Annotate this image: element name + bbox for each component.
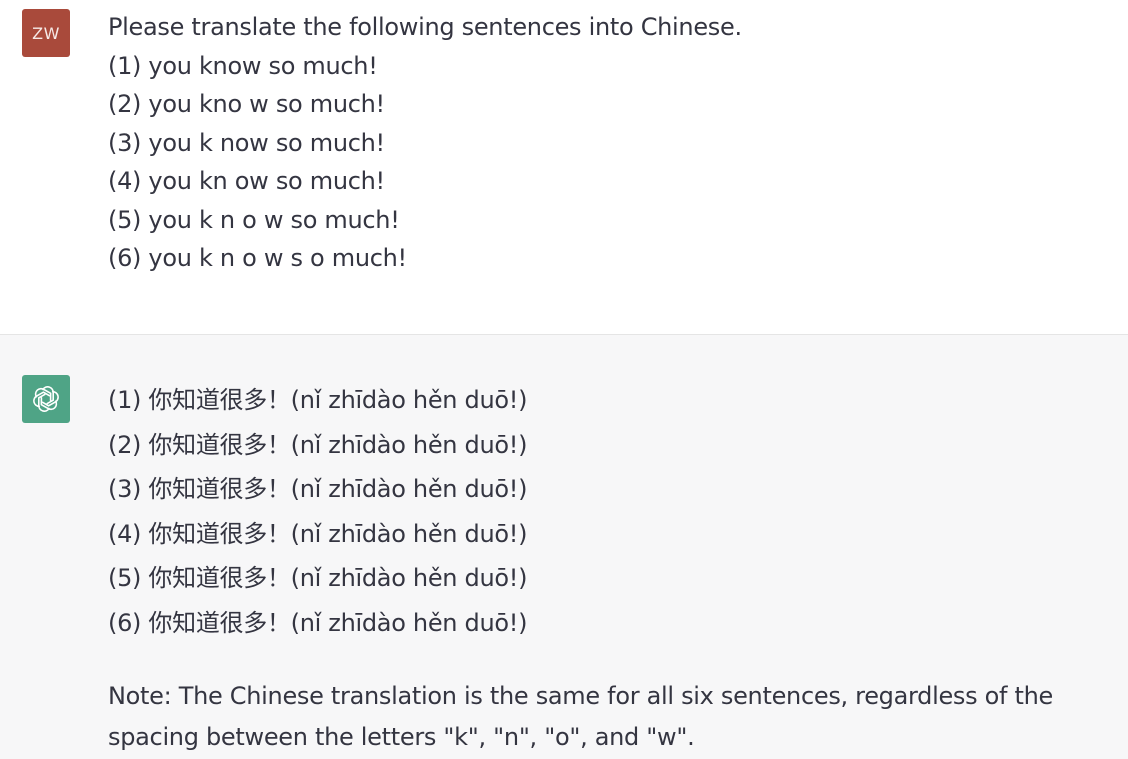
assistant-note: Note: The Chinese translation is the sam…	[108, 682, 1054, 751]
assistant-translation: (1) 你知道很多！(nǐ zhīdào hěn duō!)	[108, 386, 528, 414]
user-prompt: Please translate the following sentences…	[108, 13, 742, 41]
user-sentence: (6) you k n o w s o much!	[108, 244, 407, 272]
user-sentence: (5) you k n o w so much!	[108, 205, 400, 234]
user-avatar-initials: ZW	[32, 23, 60, 43]
user-sentence: (4) you kn ow so much!	[108, 167, 385, 195]
user-message-text: Please translate the following sentences…	[108, 8, 742, 278]
user-avatar: ZW	[22, 9, 70, 57]
assistant-translation: (5) 你知道很多！(nǐ zhīdào hěn duō!)	[108, 564, 528, 592]
assistant-avatar	[22, 375, 70, 423]
assistant-translation: (3) 你知道很多！(nǐ zhīdào hěn duō!)	[108, 475, 528, 503]
assistant-translation: (2) 你知道很多！(nǐ zhīdào hěn duō!)	[108, 430, 528, 459]
user-sentence: (3) you k now so much!	[108, 128, 385, 157]
assistant-translation: (4) 你知道很多！(nǐ zhīdào hěn duō!)	[108, 519, 528, 548]
user-message: ZW Please translate the following senten…	[0, 0, 1128, 335]
user-sentence: (2) you kno w so much!	[108, 90, 385, 118]
user-sentence: (1) you know so much!	[108, 51, 378, 80]
openai-logo-icon	[33, 386, 59, 412]
assistant-translation: (6) 你知道很多！(nǐ zhīdào hěn duō!)	[108, 608, 528, 637]
assistant-message-text: (1) 你知道很多！(nǐ zhīdào hěn duō!) (2) 你知道很多…	[108, 378, 527, 645]
